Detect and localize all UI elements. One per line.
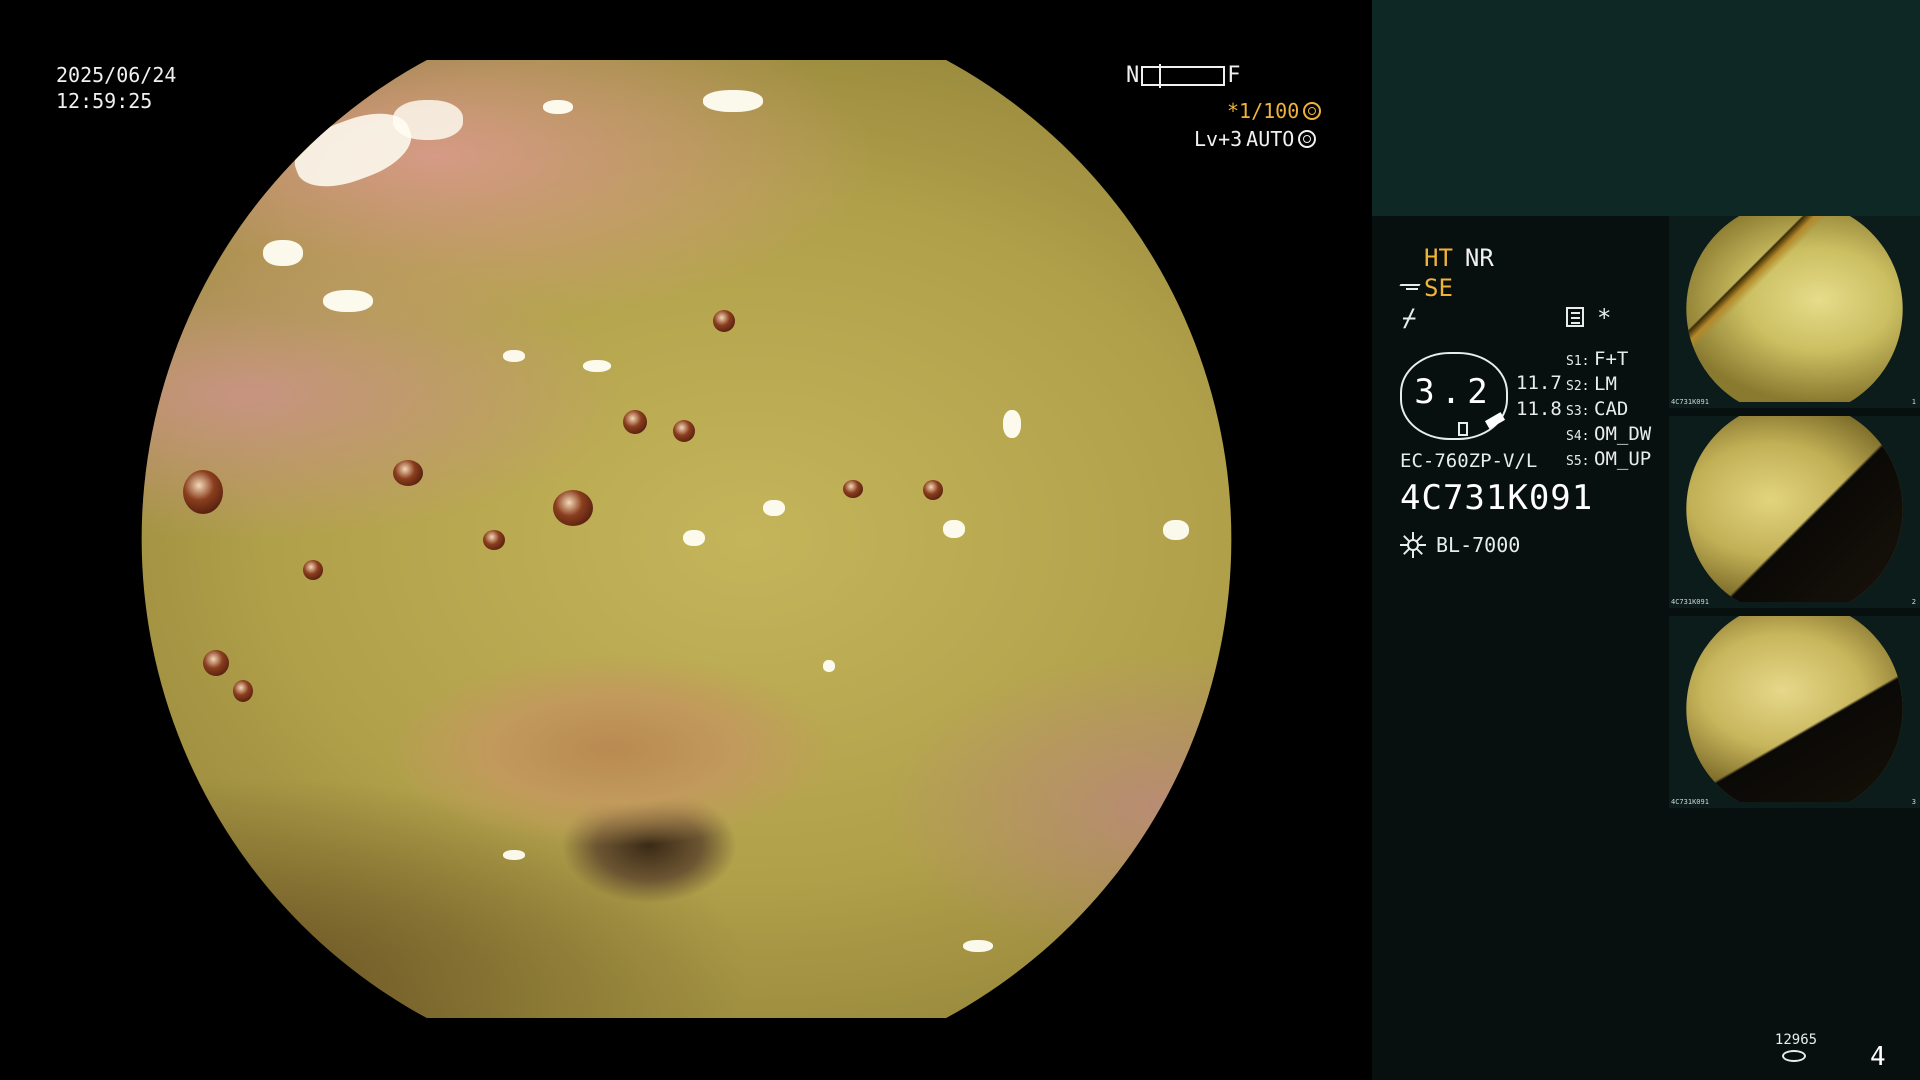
iris-icon	[1298, 130, 1317, 148]
switch-key: S3:	[1566, 404, 1590, 419]
thumbnail[interactable]: 4C731K091 3	[1669, 616, 1920, 808]
endoscope-image	[141, 60, 1232, 1018]
scope-model: EC-760ZP-V/L	[1400, 450, 1538, 472]
capture-count: 12965	[1774, 1032, 1818, 1048]
switch-key: S4:	[1566, 429, 1590, 444]
light-source-icon	[1400, 532, 1426, 558]
structure-enhance-row: SE	[1400, 274, 1453, 302]
zoom-reading-1: 11.7	[1516, 372, 1562, 394]
light-source-model: BL-7000	[1436, 533, 1521, 557]
thumbnail-index: 3	[1911, 798, 1916, 806]
switch-value: LM	[1594, 373, 1617, 395]
brightness-level-readout: Lv+3 AUTO	[1194, 127, 1317, 151]
scope-switch-list: S1: F+T S2: LM S3: CAD S4: OM_DW S5: OM_…	[1566, 348, 1651, 473]
zoom-reading-2: 11.8	[1516, 398, 1562, 420]
thumbnail[interactable]: 4C731K091 2	[1669, 416, 1920, 608]
switch-row: S3: CAD	[1566, 398, 1651, 423]
endoscope-view: 2025/06/24 12:59:25 N F *1/100 Lv+3 AUTO	[0, 0, 1372, 1080]
switch-row: S5: OM_UP	[1566, 448, 1651, 473]
memo-icon	[1566, 307, 1584, 327]
shutter-text: *1/100	[1227, 99, 1300, 123]
switch-row: S2: LM	[1566, 373, 1651, 398]
page-number: 4	[1870, 1042, 1886, 1072]
switch-value: F+T	[1594, 348, 1629, 370]
switch-row: S1: F+T	[1566, 348, 1651, 373]
switch-key: S5:	[1566, 454, 1590, 469]
captured-thumbnails: 4C731K091 1 4C731K091 2 4C731K091 3	[1669, 216, 1920, 816]
thumbnail[interactable]: 4C731K091 1	[1669, 216, 1920, 408]
time-text: 12:59:25	[56, 89, 153, 113]
patient-info-area	[1372, 0, 1920, 216]
zoom-mark-icon	[1458, 422, 1468, 436]
near-far-indicator: N F	[1126, 63, 1241, 88]
mode-nr-label: NR	[1464, 244, 1494, 272]
thumbnail-image	[1686, 216, 1903, 402]
far-label: F	[1227, 63, 1241, 88]
near-label: N	[1126, 63, 1140, 88]
thumbnail-caption: 4C731K091	[1671, 598, 1709, 606]
image-mode-row: HT NR	[1424, 244, 1494, 272]
storage-disk-icon	[1782, 1050, 1806, 1062]
noise-filter-icon: ⌿	[1402, 304, 1417, 332]
scope-serial: 4C731K091	[1400, 478, 1594, 518]
near-far-bar	[1141, 63, 1226, 88]
info-panel: HT NR SE ⌿ * 3.2 11.7 11.8 S1: F+T S2: L…	[1372, 0, 1920, 1080]
zoom-value: 3.2	[1414, 372, 1494, 412]
switch-value: CAD	[1594, 398, 1629, 420]
mode-ht-label: HT	[1424, 244, 1453, 272]
tone-curve-icon	[1400, 280, 1422, 296]
thumbnail-index: 2	[1911, 598, 1916, 606]
level-text: Lv+3	[1194, 127, 1243, 151]
star-marker: *	[1597, 304, 1612, 332]
switch-key: S1:	[1566, 354, 1590, 369]
switch-key: S2:	[1566, 379, 1590, 394]
thumbnail-caption: 4C731K091	[1671, 798, 1709, 806]
thumbnail-caption: 4C731K091	[1671, 398, 1709, 406]
mode-se-label: SE	[1424, 274, 1453, 302]
switch-value: OM_DW	[1594, 423, 1652, 445]
date-text: 2025/06/24	[56, 63, 177, 87]
date-time-readout: 2025/06/24 12:59:25	[56, 62, 176, 114]
shutter-speed-readout: *1/100	[1227, 99, 1322, 123]
light-source-row: BL-7000	[1400, 532, 1520, 558]
switch-value: OM_UP	[1594, 448, 1652, 470]
switch-row: S4: OM_DW	[1566, 423, 1651, 448]
thumbnail-image	[1686, 416, 1903, 602]
aperture-icon	[1303, 102, 1322, 120]
auto-text: AUTO	[1246, 127, 1295, 151]
thumbnail-image	[1686, 616, 1903, 802]
thumbnail-index: 1	[1911, 398, 1916, 406]
